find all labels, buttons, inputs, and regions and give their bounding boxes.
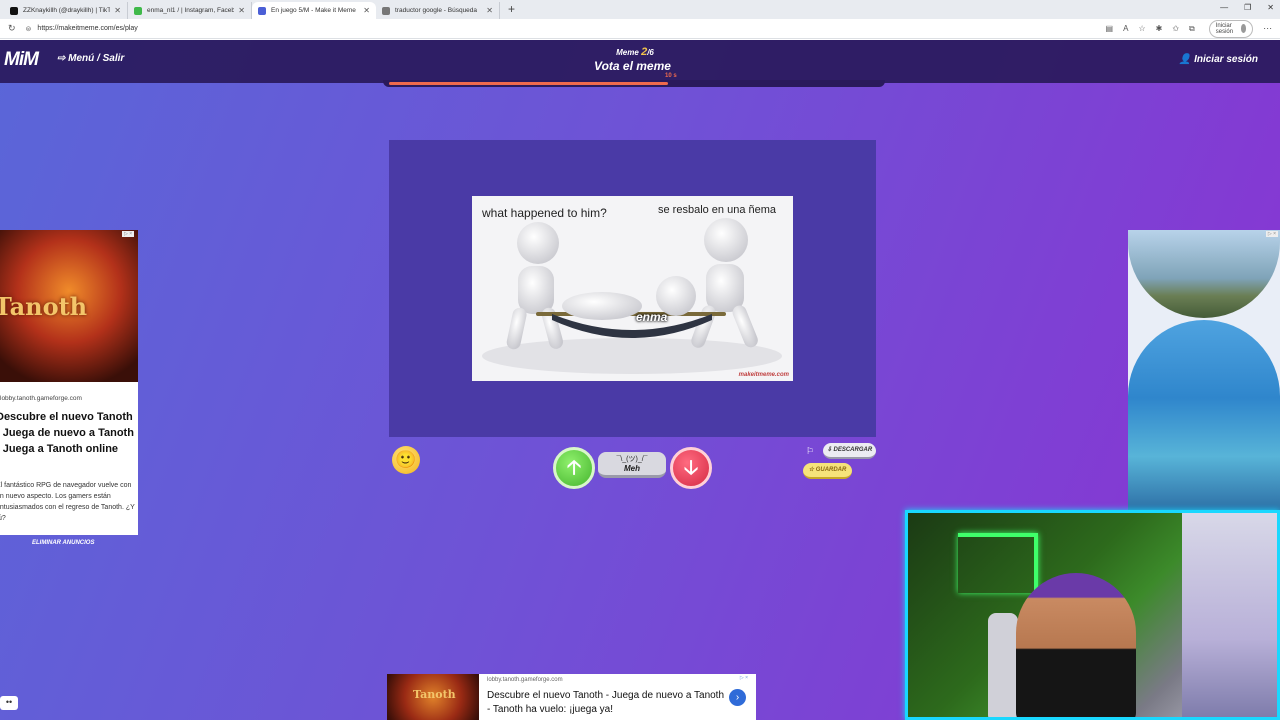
download-button[interactable]: ⇩ DESCARGAR	[823, 443, 876, 459]
report-flag-icon[interactable]: ⚐	[806, 446, 814, 457]
url-field[interactable]: ⊜ https://makeitmeme.com/es/play	[26, 25, 1096, 33]
arrow-down-icon: 🡣	[683, 457, 699, 479]
ad-left-headline[interactable]: Descubre el nuevo Tanoth - Juega de nuev…	[0, 409, 136, 457]
ad-left-domain: lobby.tanoth.gameforge.com	[0, 395, 82, 402]
browser-signin-label: Iniciar sesión	[1215, 22, 1234, 35]
logo[interactable]: MiM	[4, 49, 39, 71]
reader-icon[interactable]: ▤	[1106, 24, 1114, 34]
meme-counter-label: Meme	[616, 48, 639, 57]
ad-bottom-headline[interactable]: Descubre el nuevo Tanoth - Juega de nuev…	[487, 689, 727, 717]
favorite-star-icon[interactable]: ☆	[1138, 24, 1145, 34]
more-icon[interactable]: ⋯	[1263, 23, 1272, 34]
site-info-icon[interactable]: ⊜	[26, 25, 32, 33]
remove-ads-link[interactable]: ELIMINAR ANUNCIOS	[32, 540, 94, 546]
address-bar: ↻ ⊜ https://makeitmeme.com/es/play ▤ A ☆…	[0, 19, 1280, 39]
browser-tab-bar: ZZKnaykillh (@draykillh) | TikTok ✕ enma…	[0, 0, 1280, 19]
tab-title: En juego 5/M - Make it Meme	[271, 7, 356, 14]
game-header: MiM ⇨ Menú / Salir Meme 2/6 Vota el meme…	[0, 40, 1280, 83]
ad-left-image: Tanoth	[0, 230, 138, 382]
meme-counter-total: /6	[647, 48, 654, 57]
menu-exit-link[interactable]: ⇨ Menú / Salir	[57, 53, 124, 64]
meme-caption-left: what happened to him?	[482, 206, 607, 220]
ad-left-logo: Tanoth	[0, 292, 88, 321]
webcam-overlay	[905, 510, 1280, 720]
reload-icon[interactable]: ↻	[8, 23, 16, 34]
toolbar-icons: ▤ A ☆ ✱ ✩ ⧉	[1106, 24, 1195, 34]
maximize-icon[interactable]: ❐	[1244, 3, 1251, 12]
star-icon: ☆	[808, 467, 815, 473]
emoji-reaction-button[interactable]: 🙂	[392, 446, 420, 474]
login-button[interactable]: 👤 Iniciar sesión	[1179, 54, 1258, 65]
tab-title: ZZKnaykillh (@draykillh) | TikTok	[23, 7, 111, 14]
browser-tab-makeitmeme[interactable]: En juego 5/M - Make it Meme ✕	[252, 2, 376, 19]
meme-caption-right: se resbalo en una ñema	[658, 204, 777, 216]
timer-progress-bar: 10 s	[383, 73, 885, 87]
ad-bottom-domain: lobby.tanoth.gameforge.com	[487, 677, 563, 683]
tab-title: traductor google - Búsqueda	[395, 7, 478, 14]
meh-vote-button[interactable]: ¯\_(ツ)_/¯ Meh	[598, 452, 666, 478]
window-controls: — ❐ ✕	[1220, 3, 1274, 12]
streamer-figure	[1016, 573, 1136, 717]
close-tab-icon[interactable]: ✕	[114, 6, 121, 15]
browser-tab-google[interactable]: traductor google - Búsqueda ✕	[376, 2, 500, 19]
new-tab-button[interactable]: +	[508, 2, 515, 19]
tiktok-icon	[10, 6, 18, 15]
meme-watermark: makeitmeme.com	[738, 372, 789, 378]
gaming-chair	[988, 613, 1018, 717]
download-icon: ⇩	[826, 447, 832, 453]
close-window-icon[interactable]: ✕	[1267, 3, 1274, 12]
timer-progress-fill	[389, 82, 668, 85]
extensions-icon[interactable]: ✱	[1156, 24, 1163, 34]
adchoices-icon[interactable]: ▷ ×	[122, 231, 135, 237]
game-page: MiM ⇨ Menú / Salir Meme 2/6 Vota el meme…	[0, 40, 1280, 720]
url-text: https://makeitmeme.com/es/play	[37, 25, 138, 32]
meme-counter: Meme 2/6	[590, 46, 680, 58]
avatar-icon	[1240, 24, 1247, 33]
instagram-icon	[134, 6, 142, 15]
tab-title: enma_nl1 / | Instagram, Facebook	[147, 7, 235, 14]
ad-right-photo-coast	[1128, 320, 1280, 510]
meme-image: what happened to him? se resbalo en una …	[472, 196, 793, 381]
browser-signin-button[interactable]: Iniciar sesión	[1208, 19, 1254, 38]
ad-bottom[interactable]: Tanoth lobby.tanoth.gameforge.com Descub…	[387, 674, 756, 720]
page-title: Vota el meme	[594, 59, 671, 73]
save-button[interactable]: ☆ GUARDAR	[803, 463, 852, 479]
translate-icon[interactable]: A	[1123, 24, 1128, 34]
arrow-up-icon: 🡡	[566, 457, 582, 479]
favorites-icon[interactable]: ✩	[1172, 24, 1179, 34]
browser-tab-instagram[interactable]: enma_nl1 / | Instagram, Facebook ✕	[128, 2, 252, 19]
download-label: DESCARGAR	[833, 447, 873, 453]
save-label: GUARDAR	[815, 467, 847, 473]
ad-right[interactable]: ▷ ×	[1128, 230, 1280, 510]
browser-tab-tiktok[interactable]: ZZKnaykillh (@draykillh) | TikTok ✕	[4, 2, 128, 19]
meme-stage: what happened to him? se resbalo en una …	[389, 140, 876, 437]
chevron-right-icon[interactable]: ›	[729, 689, 746, 706]
meme-illustration	[482, 218, 782, 374]
chat-icon[interactable]: ••	[0, 696, 18, 710]
close-tab-icon[interactable]: ✕	[363, 6, 370, 15]
adchoices-icon[interactable]: ▷ ×	[1265, 231, 1278, 237]
close-tab-icon[interactable]: ✕	[238, 6, 245, 15]
upvote-button[interactable]: 🡡	[553, 447, 595, 489]
ad-left-description: El fantástico RPG de navegador vuelve co…	[0, 482, 135, 522]
meme-overlay-label: enma	[636, 310, 668, 324]
close-tab-icon[interactable]: ✕	[486, 6, 493, 15]
ad-right-photo-beach	[1128, 230, 1280, 318]
minimize-icon[interactable]: —	[1220, 3, 1228, 12]
ad-bottom-image: Tanoth	[387, 674, 479, 720]
user-icon: 👤	[1178, 54, 1192, 65]
login-label: Iniciar sesión	[1194, 54, 1258, 65]
shrug-icon: ¯\_(ツ)_/¯	[616, 456, 648, 463]
neon-light	[958, 533, 1038, 593]
downvote-button[interactable]: 🡣	[670, 447, 712, 489]
ad-left[interactable]: Tanoth ▷ × lobby.tanoth.gameforge.com De…	[0, 230, 138, 535]
ad-bottom-logo: Tanoth	[413, 688, 456, 701]
makeitmeme-icon	[258, 6, 266, 15]
search-icon	[382, 6, 390, 15]
adchoices-icon[interactable]: ▷ ×	[740, 675, 748, 681]
collections-icon[interactable]: ⧉	[1189, 24, 1195, 34]
shelf-background	[1182, 513, 1277, 717]
timer-label: 10 s	[665, 73, 677, 79]
meh-label: Meh	[624, 464, 640, 473]
